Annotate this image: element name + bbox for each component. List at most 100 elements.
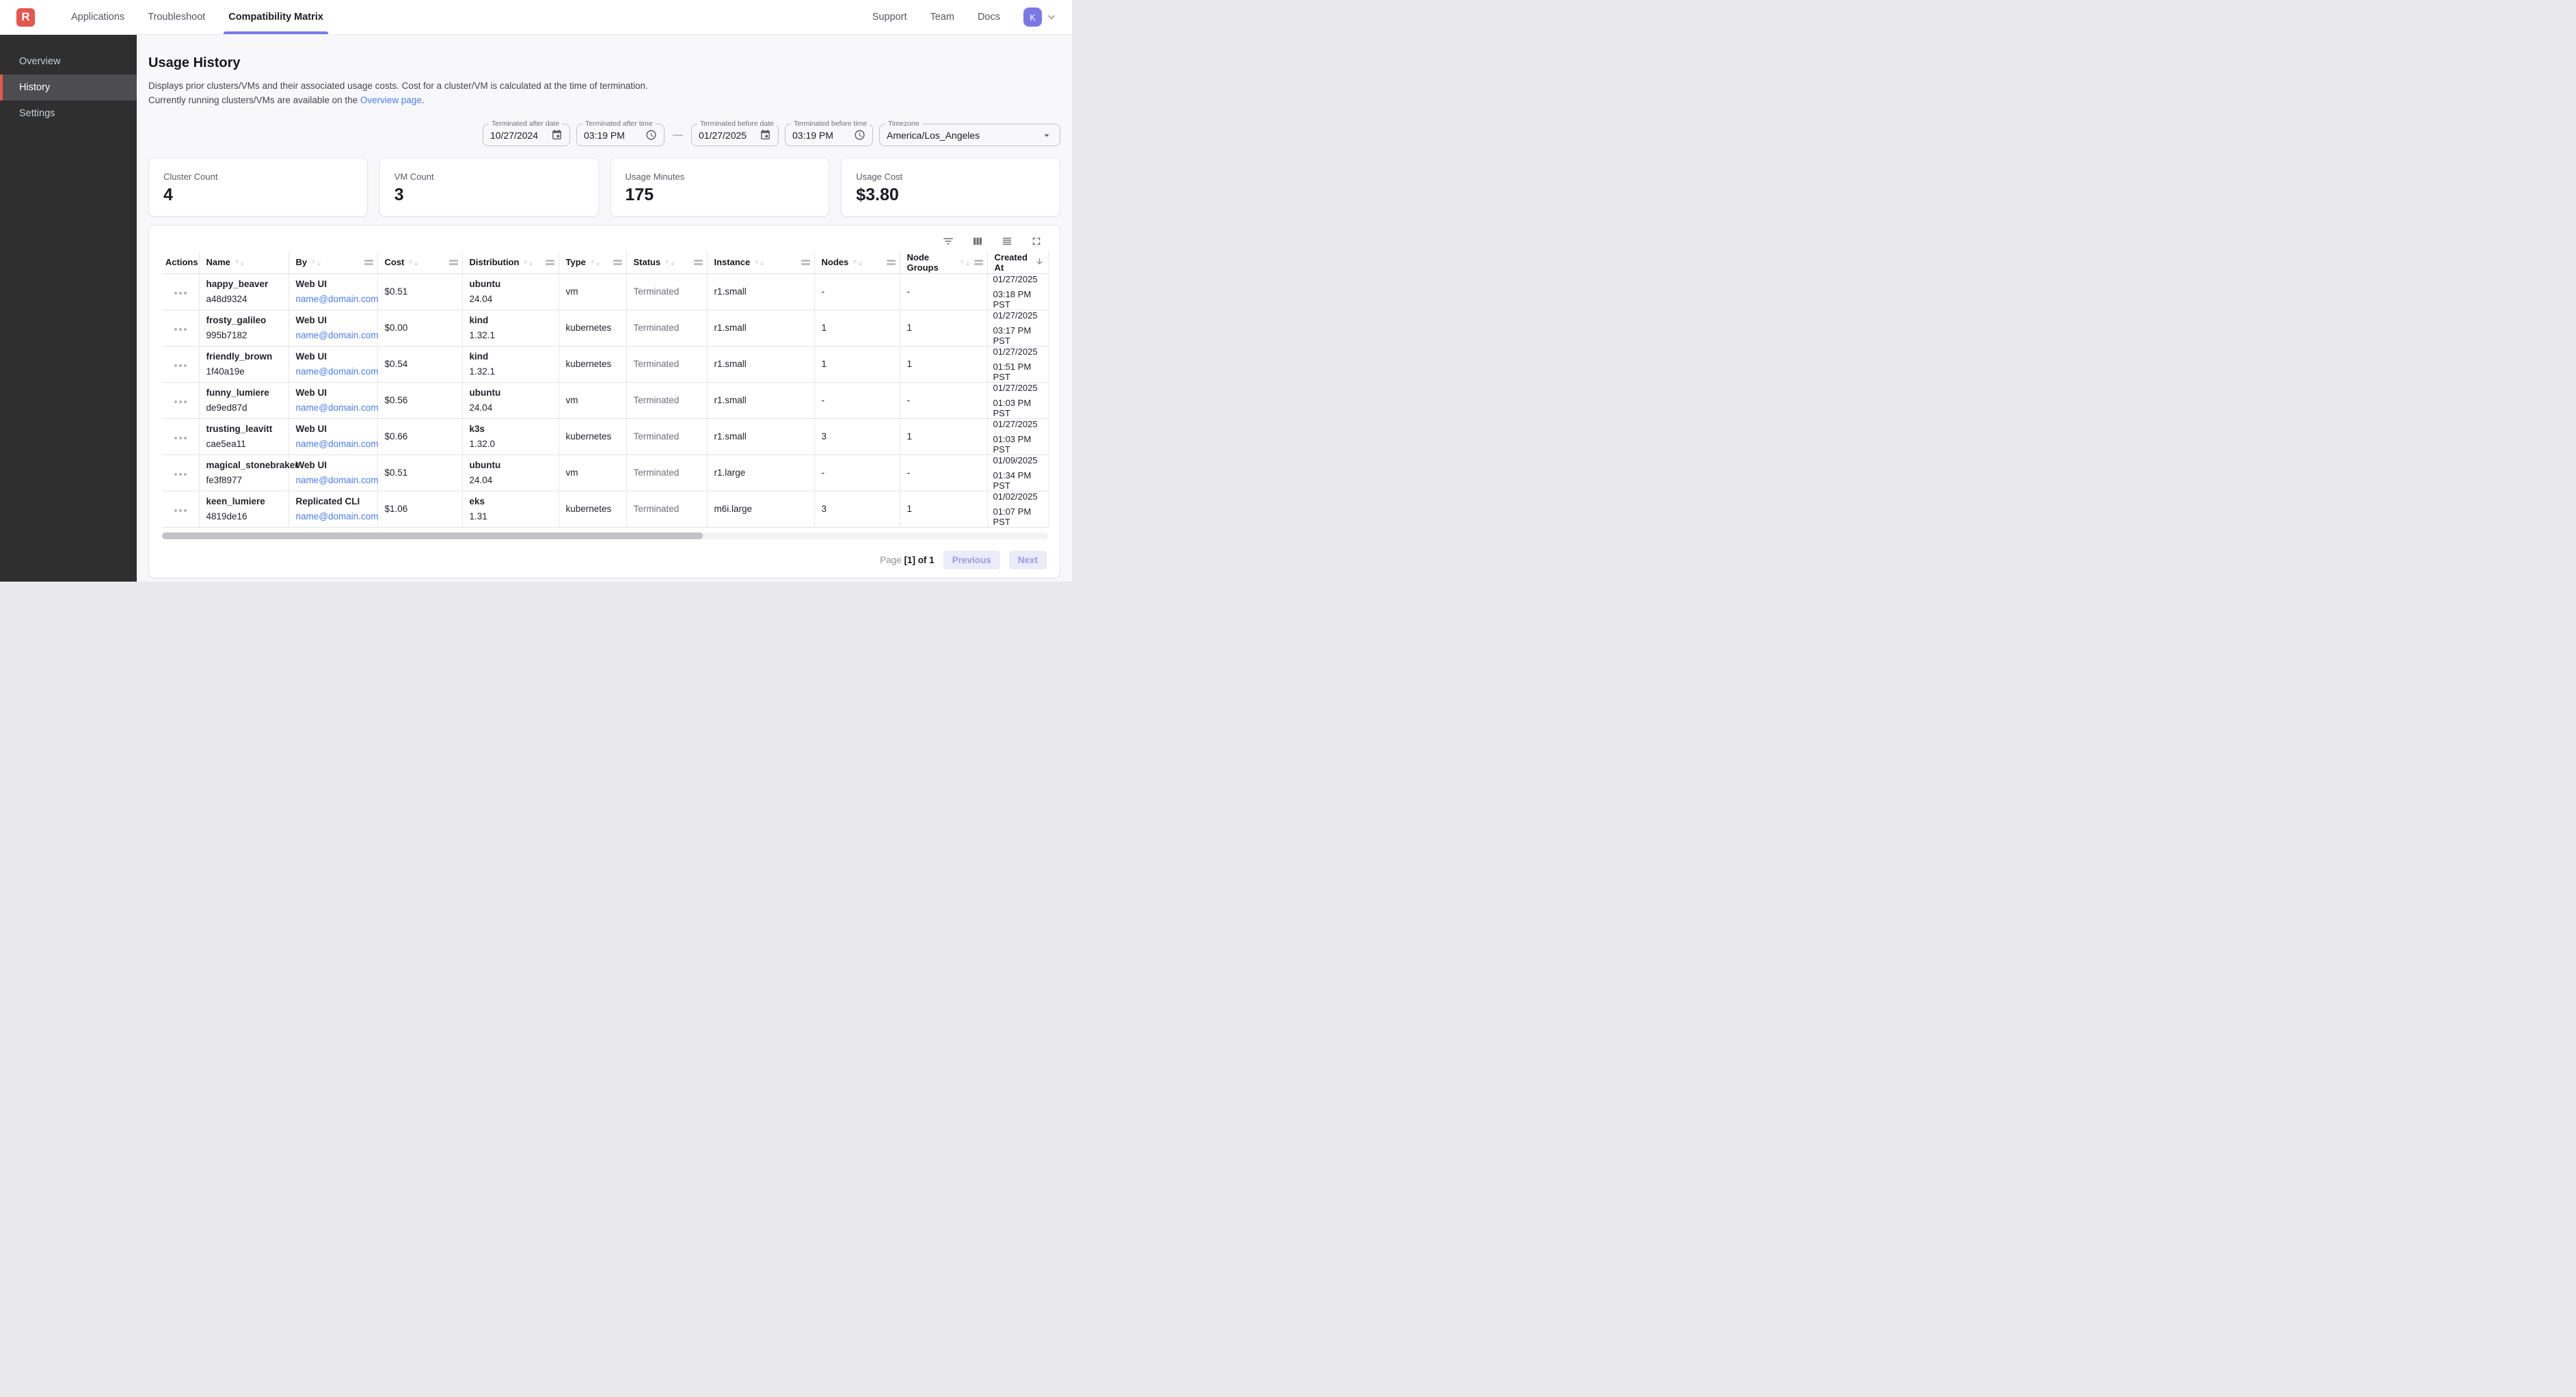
clock-icon[interactable]: [645, 129, 657, 141]
column-menu-icon[interactable]: [546, 258, 554, 267]
column-header-nodes[interactable]: Nodes: [814, 252, 900, 273]
sort-icon: [310, 259, 322, 265]
calendar-icon[interactable]: [551, 129, 563, 141]
instance-value: m6i.large: [714, 504, 753, 514]
row-actions-button[interactable]: [172, 289, 189, 297]
column-header-instance[interactable]: Instance: [707, 252, 814, 273]
description-period: .: [422, 95, 425, 105]
nav-troubleshoot[interactable]: Troubleshoot: [143, 0, 210, 34]
nav-applications[interactable]: Applications: [66, 0, 129, 34]
timezone-value: America/Los_Angeles: [887, 130, 980, 141]
row-actions-button[interactable]: [172, 398, 189, 406]
cell-nodes: 1: [814, 310, 900, 346]
column-header-node-groups[interactable]: Node Groups: [900, 252, 987, 273]
app-window: R Applications Troubleshoot Compatibilit…: [0, 0, 1072, 582]
cell-type: kubernetes: [559, 346, 626, 382]
calendar-icon[interactable]: [760, 129, 771, 141]
cell-cost: $0.00: [377, 310, 462, 346]
by-email-link[interactable]: name@domain.com: [296, 403, 373, 413]
nav-support[interactable]: Support: [872, 12, 907, 23]
by-source: Web UI: [296, 279, 373, 289]
by-email-link[interactable]: name@domain.com: [296, 439, 373, 449]
replicated-logo[interactable]: R: [16, 8, 35, 27]
timezone-select[interactable]: Timezone America/Los_Angeles: [879, 124, 1060, 146]
terminated-after-date-input[interactable]: [490, 130, 551, 141]
row-actions-button[interactable]: [172, 506, 189, 515]
cell-instance: m6i.large: [707, 491, 814, 527]
by-email-link[interactable]: name@domain.com: [296, 511, 373, 521]
cell-by: Web UIname@domain.com: [289, 310, 377, 346]
nodes-value: 3: [822, 504, 827, 514]
cell-nodes: 1: [814, 346, 900, 382]
cell-by: Web UIname@domain.com: [289, 418, 377, 455]
sidebar-item-history[interactable]: History: [0, 74, 137, 100]
column-header-created-at[interactable]: Created At: [987, 252, 1048, 273]
row-actions-button[interactable]: [172, 362, 189, 370]
row-actions-button[interactable]: [172, 470, 189, 478]
fullscreen-icon[interactable]: [1030, 235, 1043, 247]
cell-name: friendly_brown1f40a19e: [199, 346, 289, 382]
by-email-link[interactable]: name@domain.com: [296, 475, 373, 485]
column-menu-icon[interactable]: [801, 258, 810, 267]
sidebar: Overview History Settings: [0, 35, 137, 582]
column-header-cost[interactable]: Cost: [377, 252, 462, 273]
row-actions-button[interactable]: [172, 325, 189, 334]
next-page-button[interactable]: Next: [1009, 551, 1047, 569]
terminated-after-time-input[interactable]: [584, 130, 645, 141]
terminated-before-date-input[interactable]: [699, 130, 760, 141]
nodes-value: -: [822, 467, 825, 478]
column-menu-icon[interactable]: [887, 258, 896, 267]
table-row: magical_stonebrakerfe3f8977 Web UIname@d…: [162, 455, 1048, 491]
column-header-actions: Actions: [162, 252, 199, 273]
nav-docs[interactable]: Docs: [978, 12, 1000, 23]
column-header-name[interactable]: Name: [199, 252, 289, 273]
avatar: K: [1023, 8, 1042, 27]
column-menu-icon[interactable]: [364, 258, 373, 267]
sidebar-item-overview[interactable]: Overview: [0, 49, 137, 74]
type-value: vm: [566, 286, 578, 297]
column-menu-icon[interactable]: [974, 258, 983, 267]
cluster-name: happy_beaver: [206, 279, 284, 289]
cluster-name: magical_stonebraker: [206, 460, 284, 470]
column-menu-icon[interactable]: [449, 258, 458, 267]
column-header-by[interactable]: By: [289, 252, 377, 273]
terminated-after-time-field[interactable]: Terminated after time: [576, 124, 665, 146]
nodes-value: -: [822, 286, 825, 297]
overview-page-link[interactable]: Overview page: [360, 95, 422, 105]
type-value: vm: [566, 467, 578, 478]
terminated-after-date-field[interactable]: Terminated after date: [483, 124, 570, 146]
terminated-before-time-input[interactable]: [792, 130, 854, 141]
cell-node-groups: -: [900, 455, 987, 491]
user-menu-button[interactable]: K: [1023, 8, 1058, 27]
columns-icon[interactable]: [971, 235, 984, 247]
instance-value: r1.small: [714, 359, 747, 369]
nav-compatibility-matrix[interactable]: Compatibility Matrix: [224, 0, 328, 34]
filter-icon[interactable]: [942, 235, 954, 247]
cost-value: $0.51: [385, 467, 408, 478]
column-header-type[interactable]: Type: [559, 252, 626, 273]
terminated-before-time-field[interactable]: Terminated before time: [785, 124, 873, 146]
column-menu-icon[interactable]: [694, 258, 703, 267]
by-email-link[interactable]: name@domain.com: [296, 294, 373, 304]
clock-icon[interactable]: [854, 129, 866, 141]
row-actions-button[interactable]: [172, 434, 189, 442]
by-email-link[interactable]: name@domain.com: [296, 366, 373, 377]
created-date: 01/27/2025: [993, 274, 1044, 284]
previous-page-button[interactable]: Previous: [943, 551, 1000, 569]
column-header-distribution[interactable]: Distribution: [462, 252, 559, 273]
created-date: 01/27/2025: [993, 347, 1044, 357]
cell-instance: r1.large: [707, 455, 814, 491]
scrollbar-thumb[interactable]: [162, 532, 703, 539]
sidebar-item-settings[interactable]: Settings: [0, 100, 137, 126]
density-icon[interactable]: [1001, 235, 1013, 247]
cluster-id: fe3f8977: [206, 475, 284, 485]
terminated-before-date-field[interactable]: Terminated before date: [691, 124, 779, 146]
nav-team[interactable]: Team: [930, 12, 954, 23]
distribution-name: kind: [470, 351, 554, 362]
by-email-link[interactable]: name@domain.com: [296, 330, 373, 340]
cell-status: Terminated: [626, 382, 707, 418]
column-header-status[interactable]: Status: [626, 252, 707, 273]
cell-actions: [162, 455, 199, 491]
cell-status: Terminated: [626, 310, 707, 346]
column-menu-icon[interactable]: [613, 258, 622, 267]
